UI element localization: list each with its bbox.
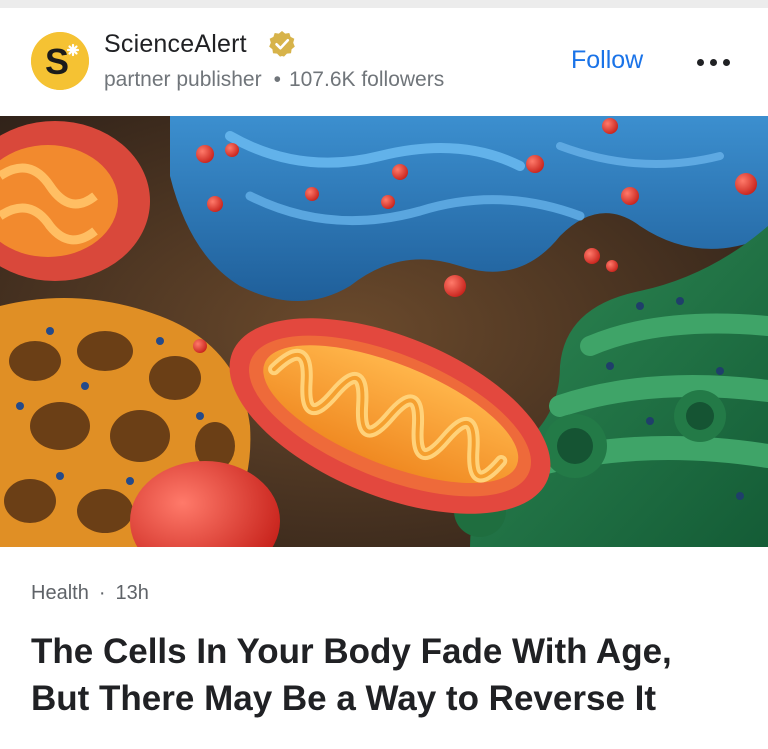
meta-separator: • bbox=[273, 68, 281, 91]
article-headline[interactable]: The Cells In Your Body Fade With Age, Bu… bbox=[31, 628, 751, 722]
top-divider bbox=[0, 0, 768, 8]
headline-line-1: The Cells In Your Body Fade With Age, bbox=[31, 632, 672, 671]
publisher-header: S ScienceAlert partner publisher • 107.6K … bbox=[0, 8, 768, 116]
article-meta: Health · 13h bbox=[31, 582, 149, 605]
publisher-type: partner publisher bbox=[104, 68, 262, 91]
headline-line-2: But There May Be a Way to Reverse It bbox=[31, 679, 657, 718]
verified-badge-icon bbox=[269, 31, 295, 57]
article-hero-image[interactable] bbox=[0, 116, 768, 547]
article-age: 13h bbox=[115, 582, 149, 604]
more-options-icon[interactable] bbox=[694, 51, 734, 77]
publisher-name[interactable]: ScienceAlert bbox=[104, 30, 247, 59]
follow-button[interactable]: Follow bbox=[571, 46, 643, 75]
publisher-avatar[interactable]: S bbox=[31, 32, 89, 90]
meta-dot: · bbox=[98, 582, 106, 604]
publisher-meta: partner publisher • 107.6K followers bbox=[104, 68, 444, 92]
svg-text:S: S bbox=[45, 41, 69, 82]
sciencealert-logo-icon: S bbox=[31, 32, 89, 90]
category-label[interactable]: Health bbox=[31, 582, 89, 604]
mitochondria-illustration bbox=[0, 116, 768, 547]
follower-count: 107.6K followers bbox=[288, 68, 445, 91]
